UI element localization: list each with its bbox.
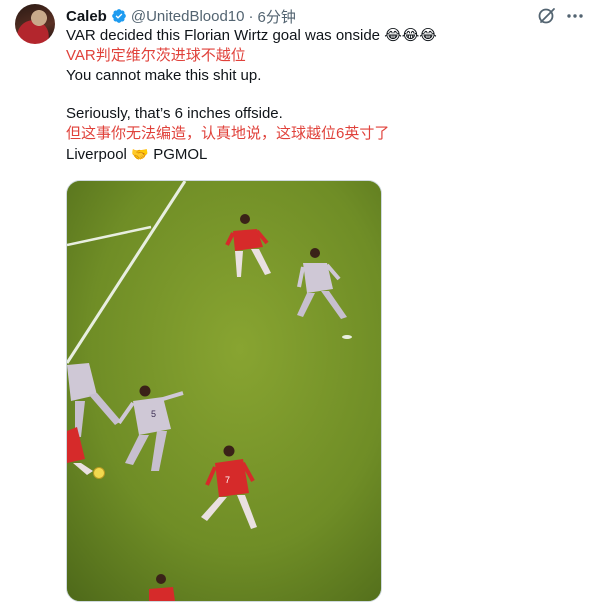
post-line-4-prefix: Liverpool xyxy=(66,146,127,163)
post-line-3: Seriously, that’s 6 inches offside. xyxy=(66,105,283,122)
author-handle[interactable]: @UnitedBlood10 xyxy=(131,8,245,25)
post-line-4: Liverpool 🤝 PGMOL xyxy=(66,144,586,165)
post-line-4-suffix: PGMOL xyxy=(153,146,208,163)
pitch-background xyxy=(67,181,381,601)
separator-dot: · xyxy=(248,7,254,25)
grok-icon[interactable] xyxy=(537,6,557,26)
post-time[interactable]: 6分钟 xyxy=(258,6,296,27)
avatar[interactable] xyxy=(15,4,55,44)
tweet-card[interactable]: Caleb @UnitedBlood10 · 6分钟 VAR decided t… xyxy=(0,0,608,602)
post-line-2: You cannot make this shit up. xyxy=(66,67,262,84)
pitch-marker xyxy=(342,335,352,339)
post-line-1-translation: VAR判定维尔茨进球不越位 xyxy=(66,47,246,64)
verified-badge-icon xyxy=(111,8,127,24)
svg-text:5: 5 xyxy=(151,409,156,419)
post-media-image[interactable]: 5 7 xyxy=(66,180,382,602)
svg-text:7: 7 xyxy=(225,475,230,485)
more-icon[interactable] xyxy=(565,6,585,26)
author-name[interactable]: Caleb xyxy=(66,8,107,25)
post-line-1: VAR decided this Florian Wirtz goal was … xyxy=(66,27,437,44)
ball xyxy=(93,467,105,479)
handshake-emoji: 🤝 xyxy=(131,146,149,162)
post-line-3-translation: 但这事你无法编造，认真地说，这球越位6英寸了 xyxy=(66,125,390,142)
tweet-header: Caleb @UnitedBlood10 · 6分钟 xyxy=(66,6,296,26)
tweet-text: VAR decided this Florian Wirtz goal was … xyxy=(66,26,586,165)
